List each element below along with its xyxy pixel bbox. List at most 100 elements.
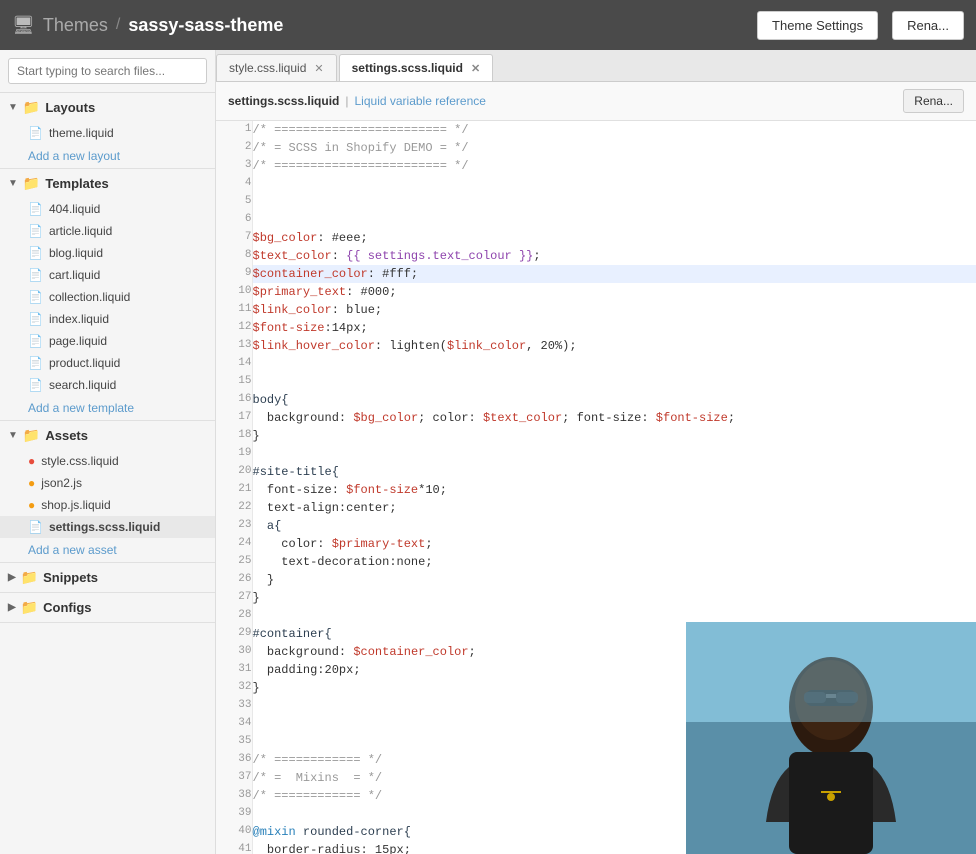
sidebar-section-assets: ▼ 📁 Assets ●style.css.liquid ●json2.js ●… (0, 421, 215, 563)
line-code: } (252, 589, 976, 607)
line-number: 37 (216, 769, 252, 787)
line-number: 18 (216, 427, 252, 445)
code-editor[interactable]: 1/* ======================== */2/* = SCS… (216, 121, 976, 854)
file-icon: 📄 (28, 334, 43, 348)
template-search[interactable]: 📄 search.liquid (0, 374, 215, 396)
template-blog[interactable]: 📄blog.liquid (0, 242, 215, 264)
header: 🖥 Themes / sassy-sass-theme Theme Settin… (0, 0, 976, 50)
folder-icon: 📁 (23, 427, 40, 444)
folder-icon: 📁 (23, 175, 40, 192)
rename-button[interactable]: Rena... (892, 11, 964, 40)
arrow-icon: ▼ (8, 178, 18, 189)
asset-settings-scss[interactable]: 📄settings.scss.liquid (0, 516, 215, 538)
active-filename: settings.scss.liquid (228, 94, 339, 108)
liquid-variable-reference-link[interactable]: Liquid variable reference (355, 94, 486, 108)
template-search-label: search.liquid (49, 378, 116, 392)
line-number: 34 (216, 715, 252, 733)
template-404[interactable]: 📄404.liquid (0, 198, 215, 220)
line-code (252, 445, 976, 463)
arrow-icon: ▶ (8, 602, 16, 613)
line-number: 7 (216, 229, 252, 247)
template-article[interactable]: 📄article.liquid (0, 220, 215, 242)
themes-link[interactable]: Themes (43, 15, 108, 36)
line-code: background: $bg_color; color: $text_colo… (252, 409, 976, 427)
monitor-icon: 🖥 (12, 15, 35, 36)
line-number: 16 (216, 391, 252, 409)
line-code: } (252, 427, 976, 445)
line-code: } (252, 571, 976, 589)
assets-label: Assets (45, 428, 88, 443)
add-template-link[interactable]: Add a new template (0, 396, 215, 420)
arrow-icon: ▶ (8, 572, 16, 583)
line-number: 30 (216, 643, 252, 661)
asset-shop-js-label: shop.js.liquid (41, 498, 110, 512)
line-number: 15 (216, 373, 252, 391)
line-number: 25 (216, 553, 252, 571)
template-index-label: index.liquid (49, 312, 109, 326)
line-number: 24 (216, 535, 252, 553)
arrow-icon: ▼ (8, 102, 18, 113)
asset-json2-js[interactable]: ●json2.js (0, 472, 215, 494)
file-icon: 📄 (28, 356, 43, 370)
asset-shop-js[interactable]: ●shop.js.liquid (0, 494, 215, 516)
snippets-section-header[interactable]: ▶ 📁 Snippets (0, 563, 215, 592)
asset-style-css[interactable]: ●style.css.liquid (0, 450, 215, 472)
theme-settings-button[interactable]: Theme Settings (757, 11, 878, 40)
tab-settings-scss[interactable]: settings.scss.liquid ✕ (339, 54, 494, 81)
line-code: a{ (252, 517, 976, 535)
image-overlay (686, 622, 976, 854)
line-number: 19 (216, 445, 252, 463)
configs-label: Configs (43, 600, 91, 615)
line-number: 8 (216, 247, 252, 265)
template-cart[interactable]: 📄cart.liquid (0, 264, 215, 286)
assets-section-header[interactable]: ▼ 📁 Assets (0, 421, 215, 450)
sidebar-section-templates: ▼ 📁 Templates 📄404.liquid 📄article.liqui… (0, 169, 215, 421)
file-icon: 📄 (28, 290, 43, 304)
template-collection-label: collection.liquid (49, 290, 130, 304)
line-code (252, 193, 976, 211)
breadcrumb: Themes / sassy-sass-theme (43, 15, 284, 36)
line-number: 23 (216, 517, 252, 535)
tab-style-css[interactable]: style.css.liquid ✕ (216, 54, 337, 81)
layouts-section-header[interactable]: ▼ 📁 Layouts (0, 93, 215, 122)
configs-section-header[interactable]: ▶ 📁 Configs (0, 593, 215, 622)
line-number: 36 (216, 751, 252, 769)
line-number: 40 (216, 823, 252, 841)
layout-theme-liquid[interactable]: 📄 theme.liquid (0, 122, 215, 144)
folder-icon: 📁 (21, 569, 38, 586)
line-number: 29 (216, 625, 252, 643)
line-number: 41 (216, 841, 252, 854)
template-cart-label: cart.liquid (49, 268, 100, 282)
template-page[interactable]: 📄 page.liquid (0, 330, 215, 352)
line-code: $bg_color: #eee; (252, 229, 976, 247)
line-number: 11 (216, 301, 252, 319)
line-number: 20 (216, 463, 252, 481)
template-product[interactable]: 📄product.liquid (0, 352, 215, 374)
template-collection[interactable]: 📄 collection.liquid (0, 286, 215, 308)
content-area: style.css.liquid ✕ settings.scss.liquid … (216, 50, 976, 854)
line-number: 17 (216, 409, 252, 427)
tabs-bar: style.css.liquid ✕ settings.scss.liquid … (216, 50, 976, 82)
line-code: /* ======================== */ (252, 157, 976, 175)
line-code: /* = SCSS in Shopify DEMO = */ (252, 139, 976, 157)
add-asset-link[interactable]: Add a new asset (0, 538, 215, 562)
search-input[interactable] (8, 58, 207, 84)
template-index[interactable]: 📄index.liquid (0, 308, 215, 330)
search-box (0, 50, 215, 93)
rename-file-button[interactable]: Rena... (903, 89, 964, 113)
templates-section-header[interactable]: ▼ 📁 Templates (0, 169, 215, 198)
line-number: 35 (216, 733, 252, 751)
line-number: 3 (216, 157, 252, 175)
close-tab-style-icon[interactable]: ✕ (314, 62, 323, 75)
line-number: 21 (216, 481, 252, 499)
close-tab-settings-icon[interactable]: ✕ (471, 62, 480, 75)
template-page-label: page.liquid (49, 334, 107, 348)
add-layout-link[interactable]: Add a new layout (0, 144, 215, 168)
breadcrumb-separator: / (116, 16, 120, 34)
file-icon: 📄 (28, 378, 43, 392)
arrow-icon: ▼ (8, 430, 18, 441)
sidebar: ▼ 📁 Layouts 📄 theme.liquid Add a new lay… (0, 50, 216, 854)
line-number: 4 (216, 175, 252, 193)
line-number: 9 (216, 265, 252, 283)
line-number: 6 (216, 211, 252, 229)
